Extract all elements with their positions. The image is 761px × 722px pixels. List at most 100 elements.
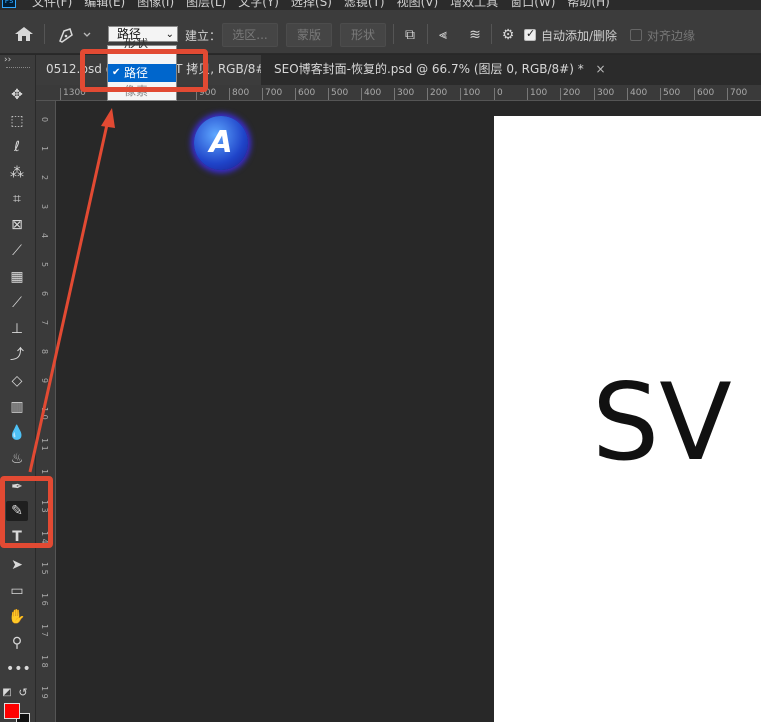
path-selection-tool-icon[interactable]: ➤ [6,555,28,575]
close-icon[interactable]: × [596,62,606,76]
ruler-tick: 1 0 [40,407,49,420]
ruler-tick: 800 [229,88,249,100]
gradient-tool-icon[interactable]: ▥ [6,397,28,417]
path-alignment-icon[interactable]: ⫷ [433,26,453,44]
separator [44,24,45,44]
make-selection-button[interactable]: 选区... [222,23,278,47]
ruler-tick: 4 [40,233,49,239]
history-brush-tool-icon[interactable]: ⤴ [6,345,28,365]
hand-tool-icon[interactable]: ✋ [6,607,28,627]
pen-tool-preset-icon[interactable] [56,26,96,44]
menu-edit[interactable]: 编辑(E) [84,0,125,10]
annotation-highlight-dropdown [80,49,208,92]
auto-add-delete-label: 自动添加/删除 [541,29,618,43]
menu-select[interactable]: 选择(S) [291,0,332,10]
ruler-tick: 600 [295,88,315,100]
ruler-tick: 500 [660,88,680,100]
rectangle-tool-icon[interactable]: ▭ [6,581,28,601]
separator [393,24,394,44]
menu-items: 文件(F) 编辑(E) 图像(I) 图层(L) 文字(Y) 选择(S) 滤镜(T… [32,0,610,10]
ruler-tick: 300 [394,88,414,100]
crop-tool-icon[interactable]: ⌗ [6,189,28,209]
blur-tool-icon[interactable]: 💧 [6,423,28,443]
tab-seo-cover-psd[interactable]: SEO博客封面-恢复的.psd @ 66.7% (图层 0, RGB/8#) *… [264,55,614,85]
ruler-tick: 0 [40,117,49,123]
brush-tool-icon[interactable]: ⟋ [6,293,28,313]
ruler-tick: 3 [40,204,49,210]
ruler-tick: 6 [40,291,49,297]
home-icon[interactable] [14,26,34,42]
auto-add-delete-checkbox[interactable] [524,27,536,41]
menu-layer[interactable]: 图层(L) [186,0,226,10]
annotation-highlight-pen-tool [0,476,53,548]
eraser-tool-icon[interactable]: ◇ [6,371,28,391]
panel-grip[interactable] [6,67,30,70]
ruler-tick: 9 [40,378,49,384]
menu-image[interactable]: 图像(I) [137,0,174,10]
menu-view[interactable]: 视图(V) [397,0,439,10]
separator [491,24,492,44]
quick-selection-tool-icon[interactable]: ⁂ [6,163,28,183]
ruler-tick: 1 6 [40,593,49,606]
lasso-tool-icon[interactable]: ℓ [6,137,28,157]
ruler-tick: 1 9 [40,686,49,699]
ruler-tick: 400 [627,88,647,100]
frame-tool-icon[interactable]: ⊠ [6,215,28,235]
path-arrangement-icon[interactable]: ≋ [465,26,485,44]
ruler-tick: 5 [40,262,49,268]
ruler-tick: 500 [328,88,348,100]
menu-plugins[interactable]: 增效工具 [450,0,498,10]
zoom-tool-icon[interactable]: ⚲ [6,633,28,653]
tools-panel: ›› ✥ ⬚ ℓ ⁂ ⌗ ⊠ ⟋ ▦ ⟋ ⊥ ⤴ ◇ ▥ 💧 ♨ ✒ ✎ T ➤… [0,55,36,722]
menu-file[interactable]: 文件(F) [32,0,72,10]
ruler-tick: 7 [40,320,49,326]
path-operations-icon[interactable]: ⧉ [400,26,420,44]
ruler-tick: 1 7 [40,624,49,637]
watermark-logo: A [194,116,248,170]
foreground-color-swatch[interactable] [4,703,20,719]
move-tool-icon[interactable]: ✥ [6,85,28,105]
ruler-tick: 200 [560,88,580,100]
photoshop-logo: Ps [2,0,16,8]
menu-help[interactable]: 帮助(H) [567,0,609,10]
menu-bar: Ps 文件(F) 编辑(E) 图像(I) 图层(L) 文字(Y) 选择(S) 滤… [0,0,761,10]
make-label: 建立： [185,29,222,43]
ruler-tick: 300 [594,88,614,100]
marquee-tool-icon[interactable]: ⬚ [6,111,28,131]
collapse-panel-icon[interactable]: ›› [4,55,11,65]
more-tools-icon[interactable]: ••• [6,659,31,679]
default-colors-icon[interactable]: ◩ [0,683,14,703]
ruler-tick: 700 [262,88,282,100]
ruler-tick: 600 [694,88,714,100]
ruler-tick: 8 [40,349,49,355]
ruler-tick: 1 5 [40,562,49,575]
clone-stamp-tool-icon[interactable]: ⊥ [6,319,28,339]
align-edges-label: 对齐边缘 [647,29,696,43]
ruler-tick: 700 [727,88,747,100]
tab-title: SEO博客封面-恢复的.psd @ 66.7% (图层 0, RGB/8#) * [274,62,584,76]
make-mask-button[interactable]: 蒙版 [286,23,332,47]
separator [427,24,428,44]
dodge-tool-icon[interactable]: ♨ [6,449,28,469]
swap-colors-icon[interactable]: ↺ [16,683,30,703]
menu-window[interactable]: 窗口(W) [510,0,555,10]
gear-icon[interactable]: ⚙ [498,26,518,44]
make-shape-button[interactable]: 形状 [340,23,386,47]
ruler-tick: 100 [527,88,547,100]
menu-filter[interactable]: 滤镜(T) [344,0,385,10]
ruler-tick: 400 [361,88,381,100]
eyedropper-tool-icon[interactable]: ⟋ [6,241,28,261]
ruler-tick: 200 [427,88,447,100]
vertical-ruler: 0 1 2 3 4 5 6 7 8 9 1 0 1 1 1 2 1 3 1 4 … [36,101,56,722]
ruler-tick: 0 [494,88,503,100]
menu-type[interactable]: 文字(Y) [238,0,279,10]
ruler-tick: 1 1 [40,438,49,451]
ruler-tick: 1 8 [40,655,49,668]
align-edges-checkbox[interactable] [630,29,642,41]
ruler-tick: 100 [460,88,480,100]
ruler-tick: 2 [40,175,49,181]
mode-option-shape[interactable]: 形状 [108,38,176,48]
ruler-tick: 1 [40,146,49,152]
healing-brush-tool-icon[interactable]: ▦ [6,267,28,287]
canvas-text-layer[interactable]: SV [592,370,732,476]
